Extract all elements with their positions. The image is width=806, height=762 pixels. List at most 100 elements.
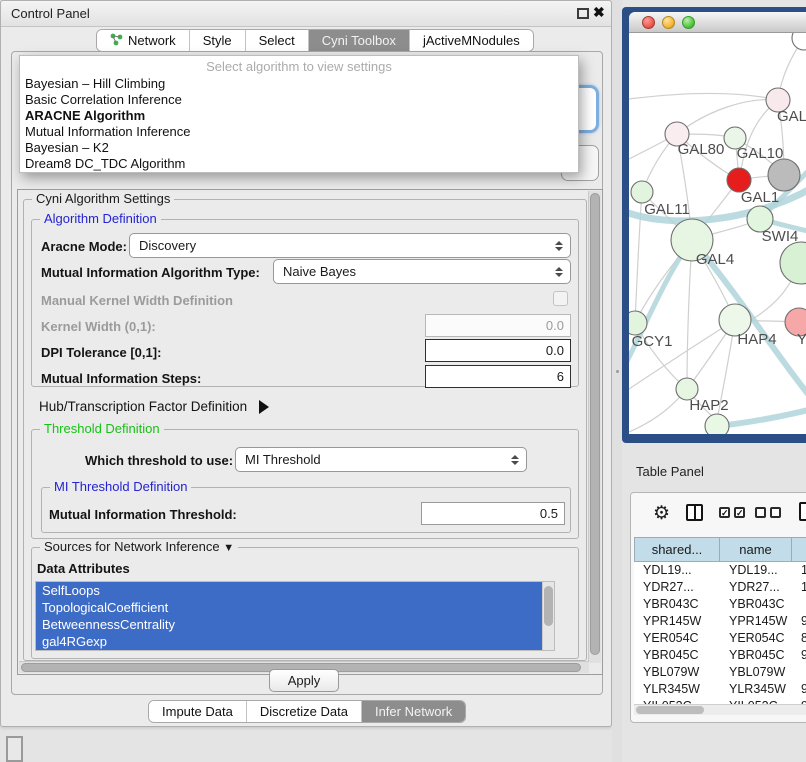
table-row[interactable]: YLR345WYLR345W9. bbox=[634, 681, 806, 698]
control-panel-titlebar: Control Panel ✖ bbox=[1, 1, 611, 27]
tab-jactivemnodules[interactable]: jActiveMNodules bbox=[409, 30, 533, 51]
algorithm-option[interactable]: Bayesian – Hill Climbing bbox=[20, 76, 578, 92]
expander-down-icon: ▼ bbox=[223, 542, 234, 554]
which-threshold-value: MI Threshold bbox=[245, 452, 321, 467]
minimized-panel-icon[interactable] bbox=[6, 736, 23, 762]
panel-splitter[interactable] bbox=[612, 0, 622, 762]
data-attributes-label: Data Attributes bbox=[37, 561, 130, 576]
combo-arrows-icon bbox=[511, 455, 519, 465]
table-cell: YLR345W bbox=[720, 681, 792, 698]
tab-select[interactable]: Select bbox=[245, 30, 308, 51]
kernel-width-label: Kernel Width (0,1): bbox=[41, 319, 156, 334]
attribute-list-scrollbar[interactable] bbox=[542, 582, 554, 650]
table-row[interactable]: YPR145WYPR145W9. bbox=[634, 613, 806, 630]
table-row[interactable]: YBR045CYBR045C9. bbox=[634, 647, 806, 664]
apply-button[interactable]: Apply bbox=[269, 669, 339, 692]
settings-vertical-scrollbar[interactable] bbox=[588, 191, 601, 663]
column-header-shared...[interactable]: shared... bbox=[634, 537, 720, 562]
column-header-A[interactable]: A bbox=[792, 537, 806, 562]
network-node[interactable] bbox=[768, 159, 800, 191]
network-edge bbox=[677, 100, 778, 134]
network-node-gal11[interactable] bbox=[631, 181, 653, 203]
tab-infer-network[interactable]: Infer Network bbox=[361, 701, 465, 722]
mi-threshold-value: 0.5 bbox=[540, 506, 558, 521]
aracne-mode-combobox[interactable]: Discovery bbox=[129, 233, 571, 258]
table-row[interactable]: YBL079WYBL079W bbox=[634, 664, 806, 681]
table-row[interactable]: YDL19...YDL19...13 bbox=[634, 562, 806, 579]
deselect-all-icon[interactable] bbox=[755, 507, 781, 518]
table-horizontal-scrollbar[interactable] bbox=[634, 704, 806, 715]
manual-kernel-label: Manual Kernel Width Definition bbox=[41, 293, 233, 308]
node-table: shared...nameA YDL19...YDL19...13YDR27..… bbox=[634, 537, 806, 715]
tab-network[interactable]: Network bbox=[97, 30, 189, 51]
gear-icon[interactable]: ⚙ bbox=[653, 502, 670, 525]
mi-type-label: Mutual Information Algorithm Type: bbox=[41, 265, 260, 280]
data-attributes-list[interactable]: SelfLoopsTopologicalCoefficientBetweenne… bbox=[35, 581, 555, 651]
tab-cyni-toolbox[interactable]: Cyni Toolbox bbox=[308, 30, 409, 51]
table-cell: YBL079W bbox=[634, 664, 720, 681]
close-panel-icon[interactable]: ✖ bbox=[593, 4, 605, 21]
network-node[interactable] bbox=[792, 33, 806, 50]
algorithm-dropdown-popup: Select algorithm to view settings Bayesi… bbox=[19, 55, 579, 173]
table-row[interactable]: YER054CYER054C8. bbox=[634, 630, 806, 647]
mi-steps-label: Mutual Information Steps: bbox=[41, 371, 201, 386]
table-row[interactable]: YDR27...YDR27...12 bbox=[634, 579, 806, 596]
tab-label: Cyni Toolbox bbox=[322, 33, 396, 48]
sources-group-title[interactable]: Sources for Network Inference ▼ bbox=[40, 539, 238, 554]
algorithm-option[interactable]: Bayesian – K2 bbox=[20, 140, 578, 156]
algorithm-option[interactable]: ARACNE Algorithm bbox=[20, 108, 578, 124]
column-header-name[interactable]: name bbox=[720, 537, 792, 562]
network-node[interactable] bbox=[780, 242, 806, 284]
tab-label: Select bbox=[259, 33, 295, 48]
node-label: SWI4 bbox=[762, 228, 799, 245]
network-edge bbox=[635, 192, 642, 323]
dpi-tolerance-input[interactable]: 0.0 bbox=[425, 339, 571, 362]
attribute-list-item[interactable]: TopologicalCoefficient bbox=[36, 599, 544, 616]
combo-arrows-icon bbox=[555, 241, 563, 251]
tab-style[interactable]: Style bbox=[189, 30, 245, 51]
aracne-mode-value: Discovery bbox=[139, 238, 196, 253]
table-cell: 9. bbox=[792, 681, 806, 698]
table-cell: YDR27... bbox=[720, 579, 792, 596]
minimize-window-icon[interactable] bbox=[662, 16, 675, 29]
split-columns-icon[interactable] bbox=[686, 504, 703, 521]
zoom-window-icon[interactable] bbox=[682, 16, 695, 29]
network-node[interactable] bbox=[705, 414, 729, 434]
which-threshold-combobox[interactable]: MI Threshold bbox=[235, 447, 527, 472]
table-cell: YBR045C bbox=[634, 647, 720, 664]
hub-definition-expander[interactable]: Hub/Transcription Factor Definition bbox=[39, 399, 269, 414]
splitter-handle[interactable] bbox=[616, 370, 619, 373]
table-cell: 13 bbox=[792, 562, 806, 579]
table-cell: YPR145W bbox=[634, 613, 720, 630]
tab-discretize-data[interactable]: Discretize Data bbox=[246, 701, 361, 722]
close-window-icon[interactable] bbox=[642, 16, 655, 29]
expander-right-icon bbox=[259, 400, 269, 414]
manual-kernel-checkbox[interactable] bbox=[553, 291, 568, 306]
node-label: Y bbox=[797, 331, 806, 348]
attribute-list-item[interactable]: BetweennessCentrality bbox=[36, 616, 544, 633]
table-panel-title: Table Panel bbox=[636, 464, 704, 479]
mi-steps-value: 6 bbox=[557, 369, 564, 384]
network-node-gcy1[interactable] bbox=[629, 311, 647, 335]
document-icon[interactable] bbox=[799, 502, 806, 521]
mi-steps-input[interactable]: 6 bbox=[425, 365, 571, 388]
tab-label: Impute Data bbox=[162, 704, 233, 719]
select-all-icon[interactable]: ✓✓ bbox=[719, 507, 745, 518]
algorithm-option[interactable]: Dream8 DC_TDC Algorithm bbox=[20, 156, 578, 172]
tab-impute-data[interactable]: Impute Data bbox=[149, 701, 246, 722]
attribute-list-item[interactable]: SelfLoops bbox=[36, 582, 544, 599]
float-window-icon[interactable] bbox=[577, 8, 589, 19]
algorithm-option[interactable]: Mutual Information Inference bbox=[20, 124, 578, 140]
mi-threshold-input[interactable]: 0.5 bbox=[421, 502, 565, 525]
table-row[interactable]: YBR043CYBR043C bbox=[634, 596, 806, 613]
mi-type-combobox[interactable]: Naive Bayes bbox=[273, 259, 571, 284]
table-cell: YBR043C bbox=[634, 596, 720, 613]
attribute-list-item[interactable]: gal4RGexp bbox=[36, 633, 544, 650]
network-canvas[interactable]: GALGAL80GAL10GAL1GAL11SWI4GAL4GCY1HAP4YH… bbox=[629, 33, 806, 434]
table-panel-toolbar: ⚙ ✓✓ bbox=[631, 493, 806, 535]
table-cell: YDL19... bbox=[720, 562, 792, 579]
network-view-window[interactable]: GALGAL80GAL10GAL1GAL11SWI4GAL4GCY1HAP4YH… bbox=[622, 7, 806, 443]
kernel-width-input[interactable]: 0.0 bbox=[425, 314, 571, 337]
network-window-titlebar[interactable] bbox=[629, 12, 806, 33]
algorithm-option[interactable]: Basic Correlation Inference bbox=[20, 92, 578, 108]
